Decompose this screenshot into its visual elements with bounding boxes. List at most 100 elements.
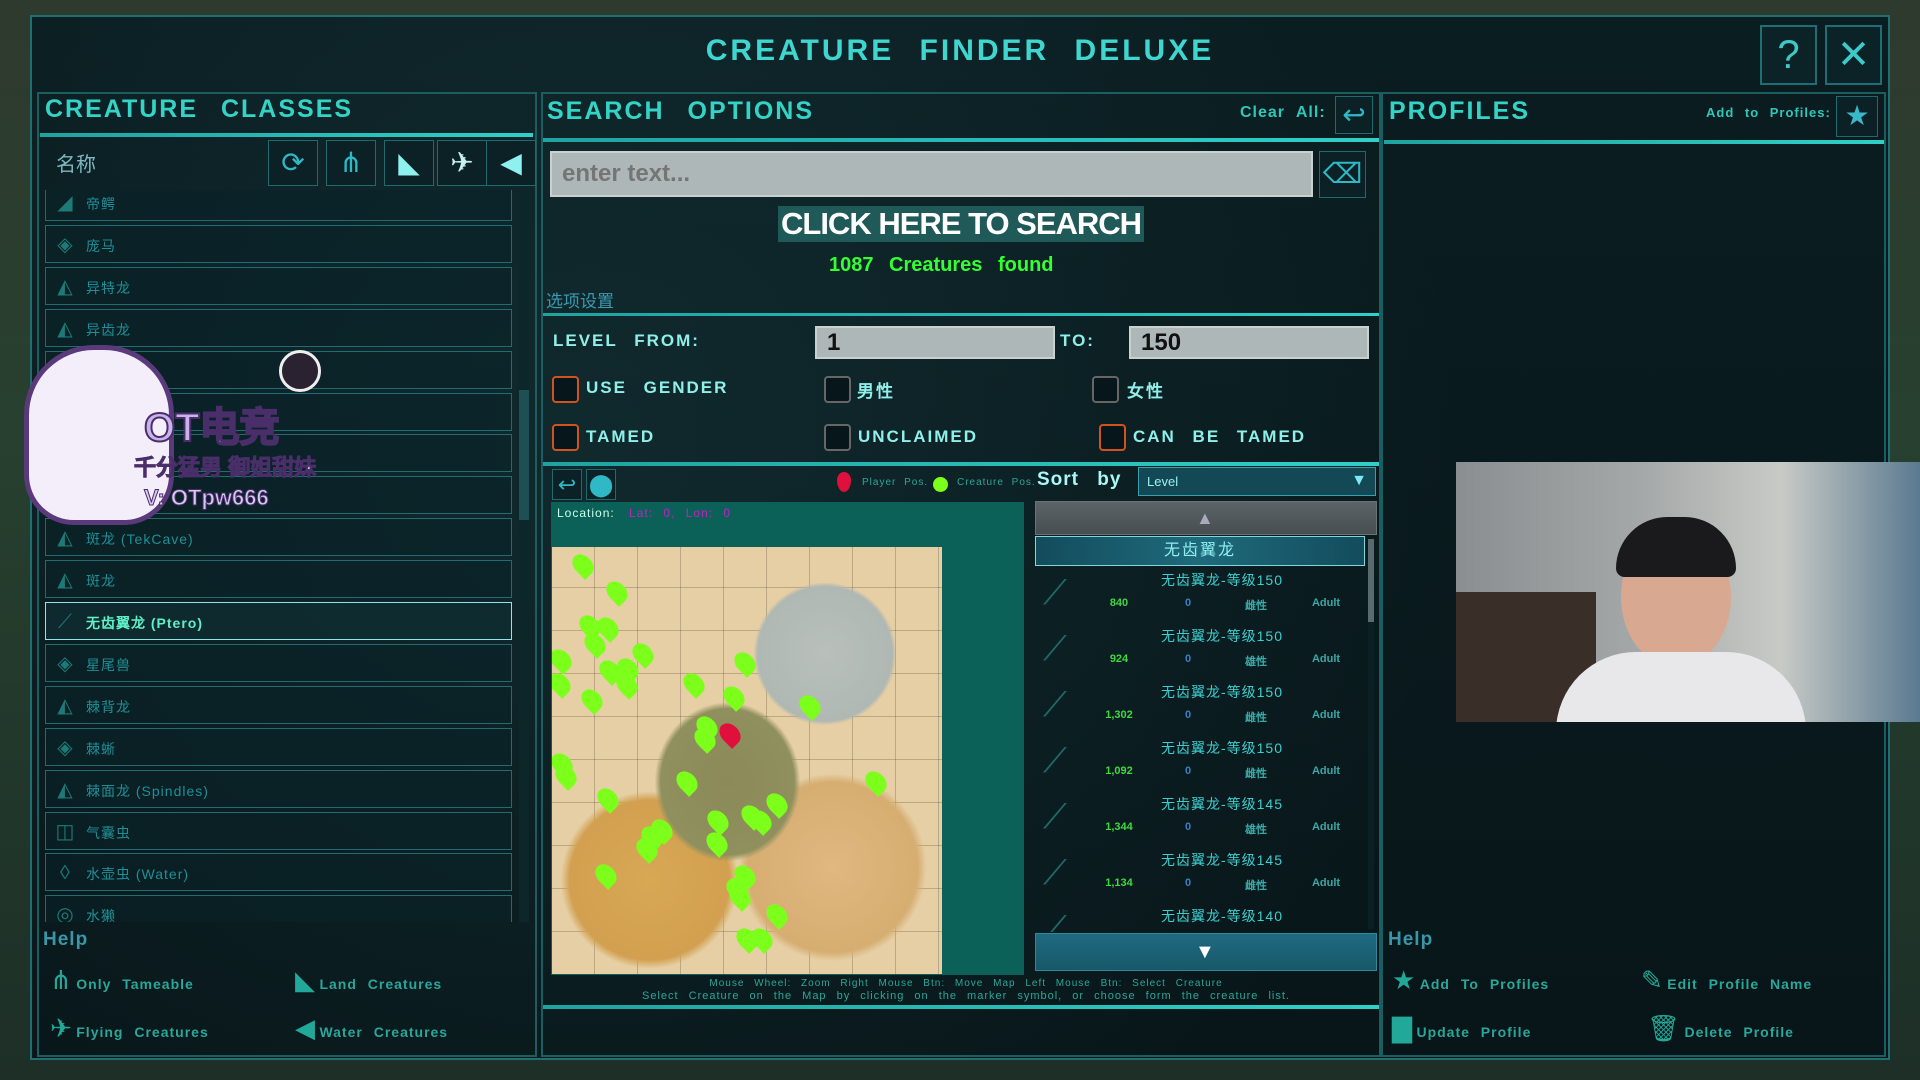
scrollbar-thumb[interactable] xyxy=(519,390,529,520)
creature-marker[interactable] xyxy=(762,900,792,930)
divider xyxy=(543,138,1379,142)
result-age: Adult xyxy=(1311,765,1341,777)
result-row[interactable]: ⟋ 无齿翼龙-等级150 1,092 0 雌性 Adult xyxy=(1035,738,1365,794)
creature-marker[interactable] xyxy=(552,645,576,675)
help-button[interactable]: ? xyxy=(1760,25,1817,85)
creature-class-item[interactable]: ◈ 庞马 xyxy=(45,224,512,263)
scroll-down-button[interactable]: ▼ xyxy=(1035,933,1377,971)
creature-marker[interactable] xyxy=(730,648,760,678)
bird-icon[interactable]: ✈ xyxy=(437,140,487,186)
clear-all-label: Clear All: xyxy=(1240,104,1326,121)
creature-marker[interactable] xyxy=(602,577,632,607)
result-row[interactable]: ⟋ 无齿翼龙-等级140 xyxy=(1035,906,1365,932)
creature-class-item[interactable]: ◭ 棘背龙 xyxy=(45,685,512,724)
player-pos-legend: Player Pos. xyxy=(862,477,929,488)
results-scrollbar[interactable] xyxy=(1368,539,1374,929)
result-name: 无齿翼龙-等级150 xyxy=(1160,628,1284,644)
creature-class-item[interactable]: ◎ 水獭 xyxy=(45,895,512,922)
stream-sticker-overlay: OT电竞 千分猛男 御姐甜妹 V: OTpw666 xyxy=(14,345,324,530)
creature-class-label: 气囊虫 xyxy=(86,824,131,841)
scroll-up-button[interactable]: ▲ xyxy=(1035,501,1377,535)
trash-icon: 🗑 xyxy=(1647,1013,1681,1043)
class-list-scrollbar[interactable] xyxy=(519,190,529,922)
creature-class-item[interactable]: ◭ 棘面龙 (Spindles) xyxy=(45,769,512,808)
result-distance: 1,344 xyxy=(1105,821,1133,833)
star-icon[interactable]: ★ xyxy=(1836,96,1878,137)
creature-silhouette-icon: ◎ xyxy=(56,904,74,922)
creature-marker[interactable] xyxy=(577,685,607,715)
creature-class-item[interactable]: ◢ 帝鳄 xyxy=(45,190,512,221)
options-label: 选项设置 xyxy=(546,292,614,311)
creature-class-item[interactable]: ◭ 异齿龙 xyxy=(45,308,512,347)
unclaimed-checkbox[interactable] xyxy=(824,424,851,451)
creature-marker[interactable] xyxy=(719,682,749,712)
result-row[interactable]: ⟋ 无齿翼龙-等级145 1,134 0 雌性 Adult xyxy=(1035,850,1365,906)
creature-marker[interactable] xyxy=(679,669,709,699)
sort-by-dropdown[interactable]: Level ▼ xyxy=(1138,467,1376,496)
can-be-tamed-label: CAN BE TAMED xyxy=(1133,427,1307,446)
footprint-icon[interactable]: ⋔ xyxy=(326,140,376,186)
creature-class-item[interactable]: ⟋ 无齿翼龙 (Ptero) xyxy=(45,602,512,640)
window-title: CREATURE FINDER DELUXE xyxy=(705,34,1215,67)
fish-icon: ◀ xyxy=(295,1013,315,1043)
result-gender: 雌性 xyxy=(1245,768,1267,780)
result-gender: 雄性 xyxy=(1245,824,1267,836)
name-column-label: 名称 xyxy=(56,154,96,176)
level-from-input[interactable]: 1 xyxy=(815,326,1055,359)
creature-class-item[interactable]: ◊ 水壶虫 (Water) xyxy=(45,853,512,892)
creature-silhouette-icon: ◭ xyxy=(57,317,73,340)
help-edit-label: Edit Profile Name xyxy=(1667,976,1813,992)
arrow-up-icon: ▲ xyxy=(1196,508,1214,528)
female-checkbox[interactable] xyxy=(1092,376,1119,403)
creature-marker[interactable] xyxy=(861,767,891,797)
tamed-checkbox[interactable] xyxy=(552,424,579,451)
refresh-icon[interactable]: ⟳ xyxy=(268,140,318,186)
map-reset-icon[interactable]: ↩ xyxy=(552,469,582,500)
divider xyxy=(543,313,1379,316)
close-button[interactable]: ✕ xyxy=(1825,25,1882,85)
help-flying-creatures: ✈ Flying Creatures xyxy=(50,1013,209,1044)
use-gender-label: USE GENDER xyxy=(586,378,729,397)
result-name: 无齿翼龙-等级145 xyxy=(1160,852,1284,868)
creature-class-list: ◢ 帝鳄 ◈ 庞马 ◭ 异特龙 ◭ 异齿龙 ◭ 斑龙 (TekCave) ◭ 斑… xyxy=(0,190,540,922)
world-map[interactable] xyxy=(552,547,942,974)
creature-marker[interactable] xyxy=(702,828,732,858)
creature-class-item[interactable]: ◈ 星尾兽 xyxy=(45,643,512,682)
search-options-title: SEARCH OPTIONS xyxy=(547,97,815,125)
search-button[interactable]: CLICK HERE TO SEARCH xyxy=(778,206,1145,242)
sort-by-label: Sort by xyxy=(1037,469,1122,490)
eraser-icon[interactable]: ⌫ xyxy=(1319,151,1366,198)
creature-class-item[interactable]: ◭ 斑龙 xyxy=(45,560,512,599)
profiles-help-title: Help xyxy=(1388,929,1434,950)
creature-class-label: 斑龙 xyxy=(86,573,116,590)
result-row[interactable]: ⟋ 无齿翼龙-等级150 840 0 雌性 Adult xyxy=(1035,570,1365,626)
dino-head-icon[interactable]: ◣ xyxy=(384,140,434,186)
result-gender: 雌性 xyxy=(1245,880,1267,892)
map-pin-icon[interactable]: ⬤ xyxy=(586,469,616,500)
creature-class-item[interactable]: ◭ 异特龙 xyxy=(45,266,512,305)
fish-icon[interactable]: ◀ xyxy=(486,140,536,186)
result-row[interactable]: ⟋ 无齿翼龙-等级150 1,302 0 雌性 Adult xyxy=(1035,682,1365,738)
male-checkbox[interactable] xyxy=(824,376,851,403)
creature-class-item[interactable]: ◈ 棘蜥 xyxy=(45,727,512,766)
creature-marker[interactable] xyxy=(568,550,598,580)
creature-class-item[interactable]: ◫ 气囊虫 xyxy=(45,811,512,850)
player-marker[interactable] xyxy=(715,719,745,749)
clear-all-undo-icon[interactable]: ↩ xyxy=(1335,96,1373,134)
result-row[interactable]: ⟋ 无齿翼龙-等级150 924 0 雄性 Adult xyxy=(1035,626,1365,682)
scrollbar-thumb[interactable] xyxy=(1368,539,1374,622)
creature-marker[interactable] xyxy=(591,860,621,890)
creature-marker[interactable] xyxy=(593,784,623,814)
result-list: ⟋ 无齿翼龙-等级150 840 0 雌性 Adult ⟋ 无齿翼龙-等级150… xyxy=(1035,566,1365,932)
can-be-tamed-checkbox[interactable] xyxy=(1099,424,1126,451)
use-gender-checkbox[interactable] xyxy=(552,376,579,403)
creature-silhouette-icon: ◈ xyxy=(57,736,73,759)
creature-marker[interactable] xyxy=(795,691,825,721)
help-add-to-profiles: ★ Add To Profiles xyxy=(1392,965,1549,996)
result-row[interactable]: ⟋ 无齿翼龙-等级145 1,344 0 雄性 Adult xyxy=(1035,794,1365,850)
search-input[interactable] xyxy=(550,151,1313,197)
creature-marker[interactable] xyxy=(703,806,733,836)
result-group-header[interactable]: 无齿翼龙 xyxy=(1035,536,1365,566)
level-to-input[interactable]: 150 xyxy=(1129,326,1369,359)
creature-marker[interactable] xyxy=(672,767,702,797)
